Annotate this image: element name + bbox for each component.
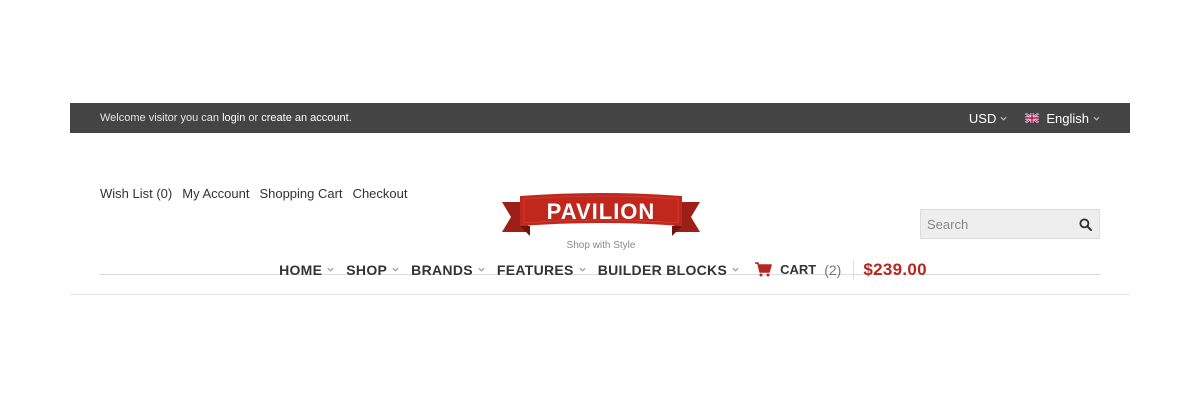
my-account-link[interactable]: My Account xyxy=(182,186,249,201)
wish-list-link[interactable]: Wish List (0) xyxy=(100,186,172,201)
welcome-middle: or xyxy=(245,112,262,124)
nav-item-home[interactable]: HOME xyxy=(279,262,334,278)
search-input[interactable] xyxy=(921,210,1071,238)
checkout-link[interactable]: Checkout xyxy=(353,186,408,201)
welcome-suffix: . xyxy=(348,112,352,124)
topbar-right: USD English xyxy=(969,111,1100,126)
nav-item-label: FEATURES xyxy=(496,261,574,278)
cart-total: $239.00 xyxy=(863,259,927,279)
welcome-prefix: Welcome visitor you can xyxy=(100,112,223,124)
chevron-down-icon xyxy=(1000,116,1007,121)
top-bar: Welcome visitor you can login or create … xyxy=(70,103,1130,133)
chevron-down-icon xyxy=(1093,116,1100,121)
logo-name: PAVILION xyxy=(547,199,656,224)
search-icon xyxy=(1078,217,1092,231)
chevron-down-icon xyxy=(478,267,485,272)
currency-dropdown[interactable]: USD xyxy=(969,111,1007,126)
search-box xyxy=(920,209,1100,239)
cart-label: CART xyxy=(780,262,817,277)
language-label: English xyxy=(1046,110,1089,126)
nav-item-shop[interactable]: SHOP xyxy=(346,262,399,278)
uk-flag-icon xyxy=(1025,113,1040,123)
nav-item-label: HOME xyxy=(279,261,323,278)
currency-label: USD xyxy=(968,110,997,126)
nav-item-features[interactable]: FEATURES xyxy=(497,262,586,278)
chevron-down-icon xyxy=(732,267,739,272)
cart-icon xyxy=(755,262,772,277)
account-links: Wish List (0) My Account Shopping Cart C… xyxy=(100,186,407,201)
chevron-down-icon xyxy=(579,267,586,272)
shopping-cart-link[interactable]: Shopping Cart xyxy=(259,186,342,201)
language-dropdown[interactable]: English xyxy=(1025,111,1100,126)
nav-item-label: SHOP xyxy=(346,261,388,278)
main-nav: HOME SHOP BRANDS FEATURES BUILDER BLOCKS… xyxy=(70,245,1130,295)
nav-item-label: BRANDS xyxy=(411,261,473,278)
cart-button[interactable]: CART (2) xyxy=(755,262,841,278)
chevron-down-icon xyxy=(327,267,334,272)
cart-count: (2) xyxy=(824,261,842,278)
header: Wish List (0) My Account Shopping Cart C… xyxy=(70,133,1130,275)
login-link[interactable]: login xyxy=(222,112,245,124)
cart-divider xyxy=(853,259,855,280)
chevron-down-icon xyxy=(392,267,399,272)
welcome-message: Welcome visitor you can login or create … xyxy=(100,112,352,124)
site-header: Welcome visitor you can login or create … xyxy=(70,103,1130,295)
nav-item-label: BUILDER BLOCKS xyxy=(597,261,728,278)
nav-item-builder-blocks[interactable]: BUILDER BLOCKS xyxy=(598,262,739,278)
create-account-link[interactable]: create an account xyxy=(261,112,348,124)
nav-item-brands[interactable]: BRANDS xyxy=(411,262,485,278)
search-button[interactable] xyxy=(1071,210,1099,238)
